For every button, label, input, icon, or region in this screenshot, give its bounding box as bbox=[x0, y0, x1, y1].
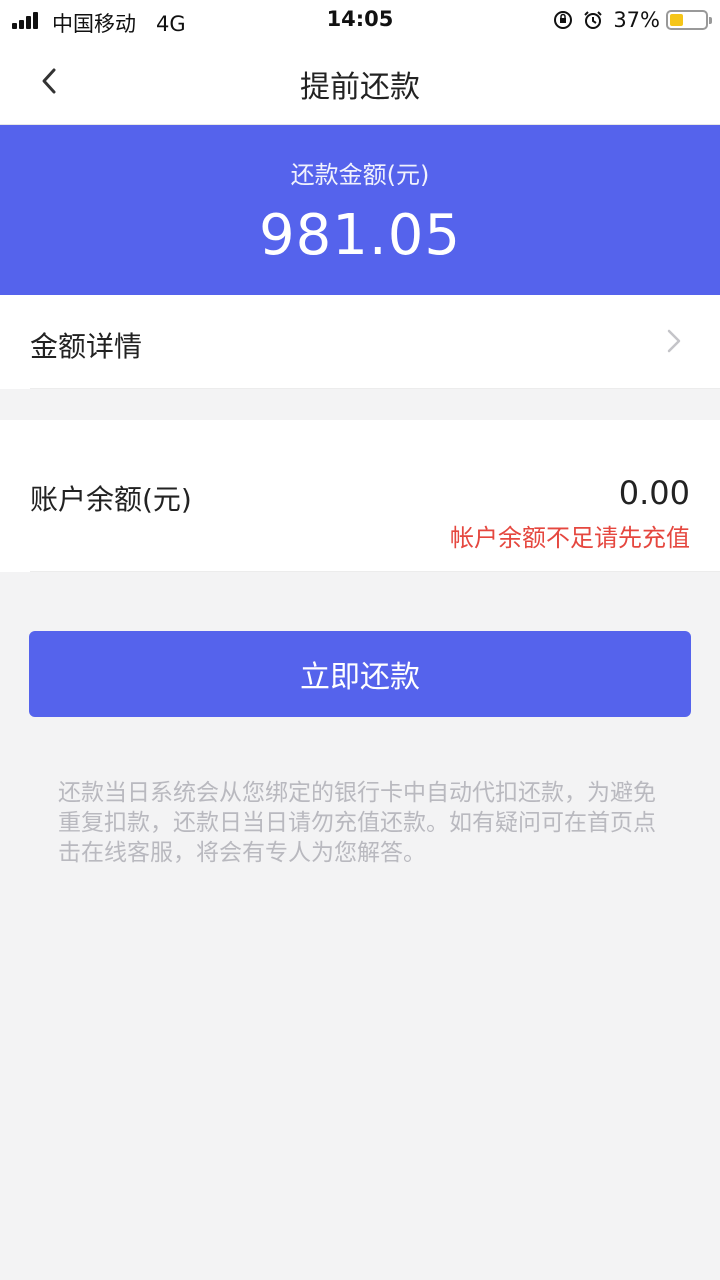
chevron-right-icon bbox=[667, 329, 681, 353]
account-balance-label: 账户余额(元) bbox=[30, 483, 192, 516]
repay-now-button[interactable]: 立即还款 bbox=[29, 631, 691, 717]
amount-details-row[interactable]: 金额详情 bbox=[0, 295, 720, 389]
battery-percent: 37% bbox=[613, 8, 660, 32]
amount-details-label: 金额详情 bbox=[30, 330, 143, 363]
insufficient-balance-warning[interactable]: 帐户余额不足请先充值 bbox=[450, 518, 690, 553]
status-right-group: 37% bbox=[553, 7, 712, 33]
divider bbox=[30, 388, 720, 389]
account-balance-value: 0.00 bbox=[618, 474, 690, 512]
repayment-notice: 还款当日系统会从您绑定的银行卡中自动代扣还款，为避免重复扣款，还款日当日请勿充值… bbox=[58, 780, 656, 866]
repayment-amount-value: 981.05 bbox=[259, 203, 461, 268]
alarm-icon bbox=[583, 10, 603, 30]
nav-bar: 提前还款 bbox=[0, 40, 720, 125]
battery-fill bbox=[670, 14, 683, 26]
page-title: 提前还款 bbox=[300, 70, 420, 105]
repayment-amount-panel: 还款金额(元) 981.05 bbox=[0, 125, 720, 295]
repayment-amount-label: 还款金额(元) bbox=[290, 161, 430, 189]
orientation-lock-icon bbox=[553, 10, 573, 30]
account-balance-card: 账户余额(元) 0.00 帐户余额不足请先充值 bbox=[0, 420, 720, 572]
status-bar: 中国移动 4G 14:05 37% bbox=[0, 0, 720, 40]
divider bbox=[30, 571, 720, 572]
battery-icon bbox=[666, 10, 712, 30]
